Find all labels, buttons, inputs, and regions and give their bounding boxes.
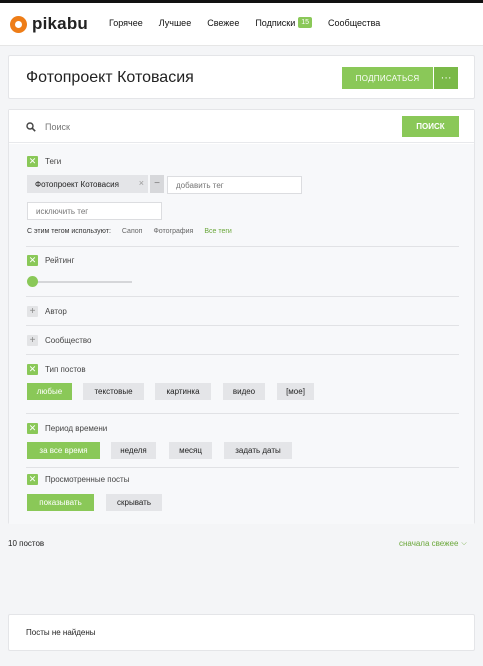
- rating-slider-handle[interactable]: [27, 276, 38, 287]
- nav-hot[interactable]: Горячее: [109, 18, 143, 28]
- page-title: Фотопроект Котовасия: [26, 69, 194, 86]
- divider: [26, 413, 459, 414]
- search-input[interactable]: [45, 119, 345, 135]
- search-row: ПОИСК: [9, 110, 474, 143]
- post-type-mine[interactable]: [мое]: [277, 383, 314, 400]
- viewed-hide[interactable]: скрывать: [106, 494, 162, 511]
- nav-subscriptions-label: Подписки: [255, 17, 296, 28]
- related-tags: С этим тегом используют: Сапоп Фотографи…: [27, 228, 243, 235]
- divider: [26, 246, 459, 247]
- divider: [26, 467, 459, 468]
- period-checkbox[interactable]: ✕: [27, 423, 38, 434]
- related-tag[interactable]: Фотография: [153, 228, 193, 235]
- post-type-any[interactable]: любые: [27, 383, 72, 400]
- rating-slider-track[interactable]: [35, 281, 132, 283]
- tag-chip[interactable]: Фотопроект Котовасия ×: [27, 175, 148, 193]
- author-label[interactable]: Автор: [45, 307, 67, 316]
- viewed-show[interactable]: показывать: [27, 494, 94, 511]
- filter-card: ПОИСК ✕ Теги Фотопроект Котовасия × − С …: [8, 109, 475, 524]
- post-type-video[interactable]: видео: [223, 383, 265, 400]
- chevron-down-icon: ⌵: [461, 539, 467, 547]
- sort-dropdown[interactable]: сначала свежее ⌵: [399, 539, 467, 548]
- nav-communities[interactable]: Сообщества: [328, 18, 380, 28]
- empty-state-card: Посты не найдены: [8, 614, 475, 651]
- subscriptions-badge: 15: [298, 17, 313, 28]
- subscribe-button[interactable]: ПОДПИСАТЬСЯ: [342, 67, 434, 89]
- post-type-checkbox[interactable]: ✕: [27, 364, 38, 375]
- post-type-text[interactable]: текстовые: [83, 383, 144, 400]
- exclude-tag-input[interactable]: [27, 202, 162, 220]
- rating-checkbox[interactable]: ✕: [27, 255, 38, 266]
- related-tag[interactable]: Сапоп: [122, 228, 143, 235]
- post-type-label: Тип постов: [45, 365, 86, 374]
- sort-label: сначала свежее: [399, 539, 459, 548]
- top-edge-line: [0, 0, 483, 3]
- tag-remove-icon[interactable]: ×: [139, 178, 144, 188]
- tags-label: Теги: [45, 157, 62, 166]
- filters-panel: ✕ Теги Фотопроект Котовасия × − С этим т…: [9, 144, 474, 524]
- author-expand-icon[interactable]: +: [27, 306, 38, 317]
- post-type-image[interactable]: картинка: [155, 383, 211, 400]
- logo-text: pikabu: [32, 14, 88, 33]
- divider: [26, 354, 459, 355]
- tag-exclude-toggle[interactable]: −: [150, 175, 164, 193]
- viewed-label: Просмотренные посты: [45, 475, 130, 484]
- divider: [26, 296, 459, 297]
- viewed-checkbox[interactable]: ✕: [27, 474, 38, 485]
- period-all-time[interactable]: за все время: [27, 442, 100, 459]
- nav-subscriptions[interactable]: Подписки 15: [255, 17, 313, 28]
- title-card: Фотопроект Котовасия ПОДПИСАТЬСЯ ···: [8, 55, 475, 99]
- more-options-button[interactable]: ···: [434, 67, 458, 89]
- rating-label: Рейтинг: [45, 256, 75, 265]
- period-month[interactable]: месяц: [169, 442, 212, 459]
- related-tags-label: С этим тегом используют:: [27, 228, 111, 235]
- post-count: 10 постов: [8, 539, 45, 548]
- community-label[interactable]: Сообщество: [45, 336, 91, 345]
- main-nav: Горячее Лучшее Свежее Подписки 15 Сообще…: [109, 17, 396, 28]
- all-tags-link[interactable]: Все теги: [204, 228, 232, 235]
- divider: [26, 325, 459, 326]
- subscribe-group: ПОДПИСАТЬСЯ ···: [342, 67, 458, 89]
- period-custom-dates[interactable]: задать даты: [224, 442, 292, 459]
- community-expand-icon[interactable]: +: [27, 335, 38, 346]
- empty-state-text: Посты не найдены: [26, 628, 96, 637]
- nav-best[interactable]: Лучшее: [159, 18, 191, 28]
- top-bar: pikabu Горячее Лучшее Свежее Подписки 15…: [0, 0, 483, 46]
- add-tag-input[interactable]: [167, 176, 302, 194]
- period-label: Период времени: [45, 424, 108, 433]
- pikabu-logo-icon: [10, 15, 27, 33]
- nav-new[interactable]: Свежее: [207, 18, 239, 28]
- period-week[interactable]: неделя: [111, 442, 156, 459]
- search-icon: [26, 122, 36, 132]
- tag-chip-label: Фотопроект Котовасия: [35, 179, 119, 189]
- tags-checkbox[interactable]: ✕: [27, 156, 38, 167]
- search-button[interactable]: ПОИСК: [402, 116, 459, 137]
- logo[interactable]: pikabu: [10, 14, 88, 34]
